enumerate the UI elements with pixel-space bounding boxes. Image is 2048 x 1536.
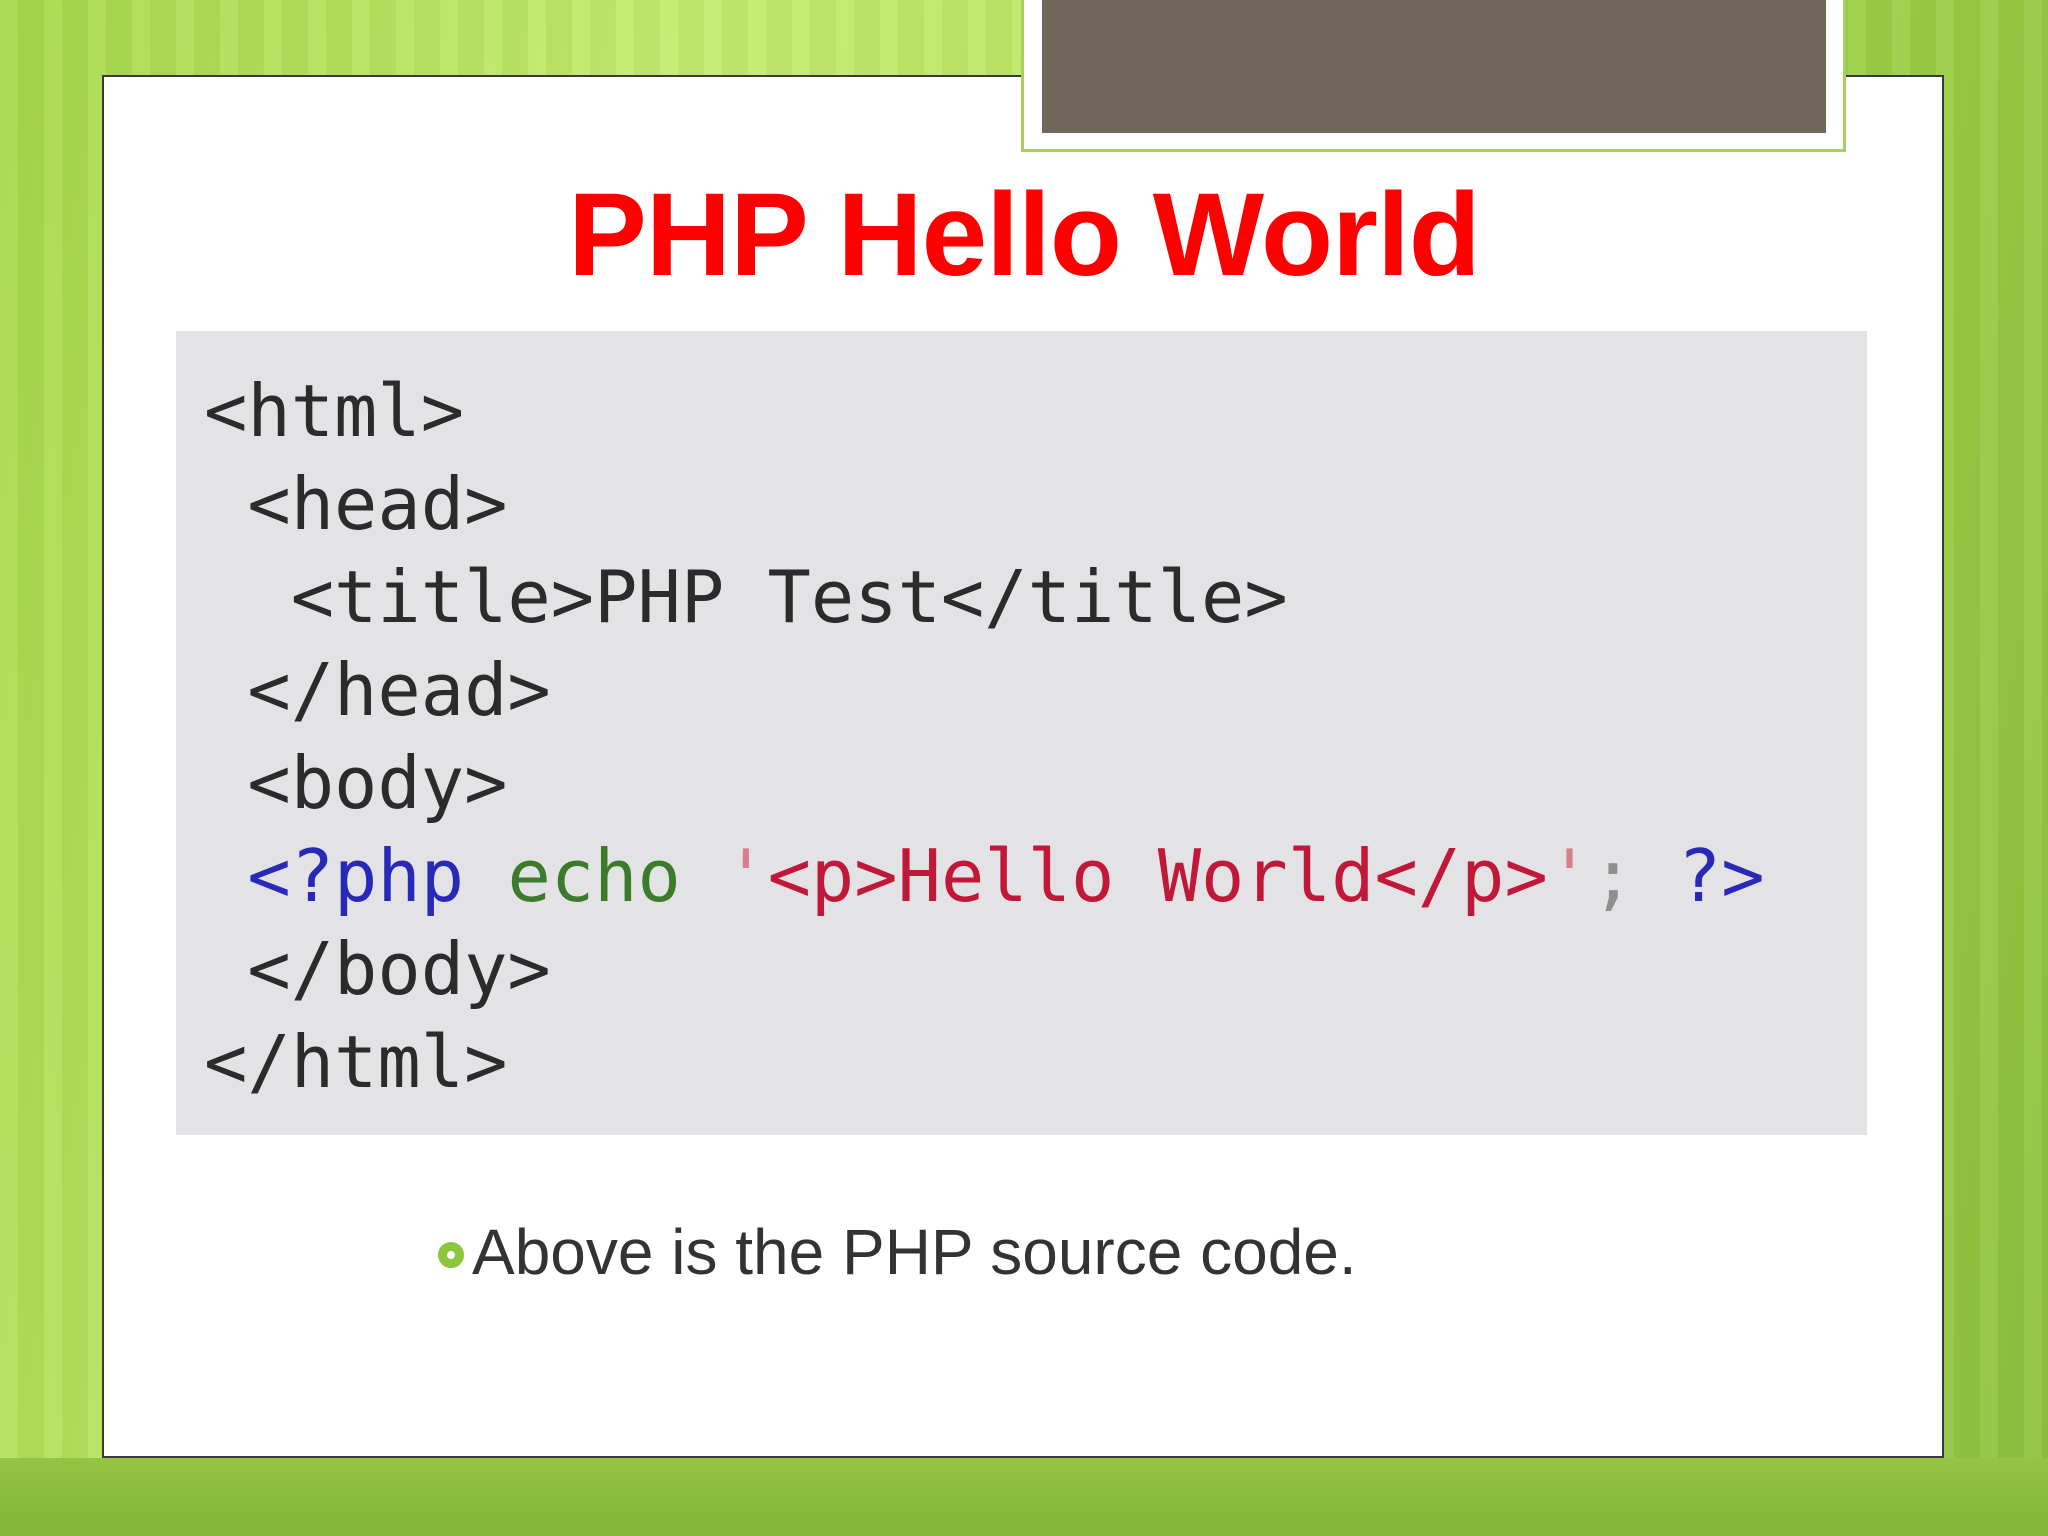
string-quote-open: ': [724, 834, 768, 918]
code-line-5: <body>: [204, 741, 508, 825]
php-close-tag: ?>: [1677, 834, 1765, 918]
code-line-8: </html>: [204, 1020, 508, 1104]
code-line-6: <?php echo '<p>Hello World</p>'; ?>: [204, 834, 1765, 918]
slide-title: PHP Hello World: [568, 169, 1481, 301]
code-line-1: <html>: [204, 369, 465, 453]
bullet-item: Above is the PHP source code.: [438, 1212, 1357, 1292]
code-line-7: </body>: [204, 927, 551, 1011]
semicolon: ;: [1591, 834, 1635, 918]
code-screenshot: <html> <head> <title>PHP Test</title> </…: [176, 331, 1867, 1135]
string-quote-close: ': [1547, 834, 1592, 918]
background-bottom-band: [0, 1458, 2048, 1536]
echo-keyword: echo: [507, 834, 681, 918]
top-picture-placeholder: [1042, 0, 1826, 133]
ring-bullet-icon: [438, 1242, 464, 1268]
string-literal: <p>Hello World</p>: [767, 834, 1548, 918]
bullet-text: Above is the PHP source code.: [472, 1216, 1357, 1288]
code-line-2: <head>: [204, 462, 508, 546]
top-picture-frame: [1021, 0, 1846, 152]
code-line-3: <title>PHP Test</title>: [204, 555, 1288, 639]
code-line-4: </head>: [204, 648, 551, 732]
php-open-tag: <?php: [247, 834, 465, 918]
